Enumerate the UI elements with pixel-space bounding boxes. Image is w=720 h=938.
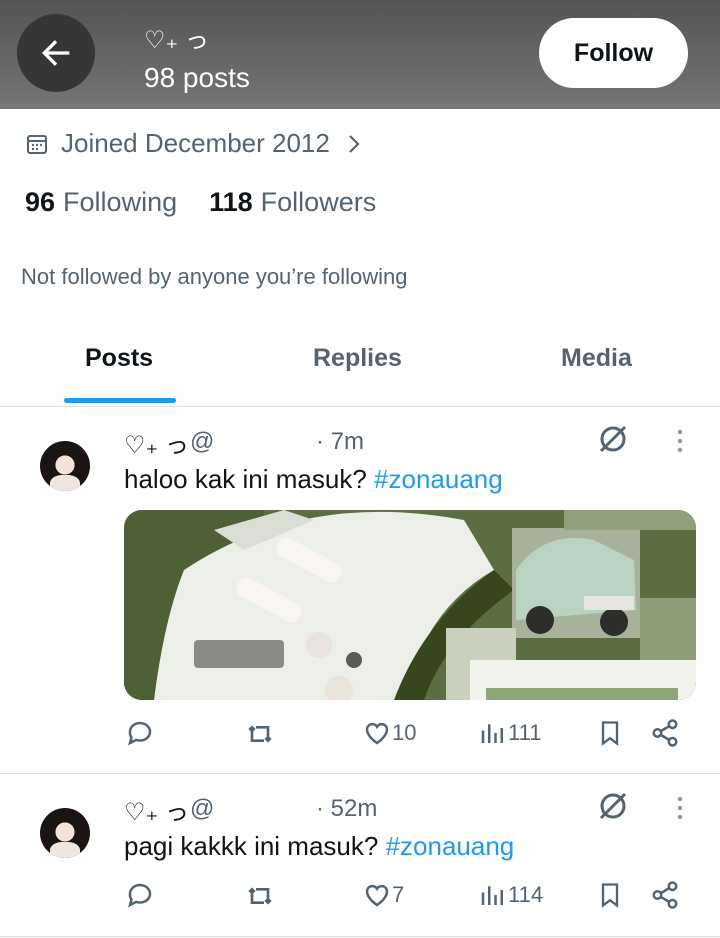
- followers-label: Followers: [260, 187, 377, 217]
- heart-icon: [365, 722, 389, 745]
- tweet-media-image[interactable]: [124, 510, 696, 700]
- like-button[interactable]: 7: [362, 880, 404, 910]
- posts-count: 98 posts: [144, 62, 250, 93]
- like-count: 10: [392, 720, 417, 745]
- chevron-right-icon: [349, 134, 360, 153]
- tweet-author-name[interactable]: ♡₊ っ: [124, 792, 189, 827]
- following-link[interactable]: 96 Following: [25, 187, 177, 218]
- avatar[interactable]: [40, 441, 90, 491]
- more-options-icon[interactable]: [668, 795, 692, 821]
- tweet-text: haloo kak ini masuk? #zonauang: [124, 464, 503, 494]
- like-button[interactable]: 10: [362, 718, 416, 748]
- avatar[interactable]: [40, 808, 90, 858]
- tab-replies[interactable]: Replies: [313, 344, 402, 373]
- follow-stats: 96 Following 118 Followers: [25, 187, 408, 218]
- reply-button[interactable]: [125, 718, 155, 748]
- repost-button[interactable]: [244, 880, 276, 912]
- mutual-followers-note: Not followed by anyone you’re following: [21, 264, 408, 289]
- following-count: 96: [25, 187, 56, 217]
- tweet-author-name[interactable]: ♡₊ っ: [124, 425, 189, 460]
- repost-icon: [248, 887, 272, 905]
- views-count: 111: [508, 720, 542, 745]
- follow-button[interactable]: Follow: [539, 18, 688, 88]
- bookmark-icon: [601, 883, 619, 908]
- followers-link[interactable]: 118 Followers: [209, 187, 376, 218]
- reply-button[interactable]: [125, 880, 155, 910]
- views-chart-icon: [481, 886, 503, 905]
- following-label: Following: [63, 187, 178, 217]
- repost-button[interactable]: [244, 718, 276, 750]
- hashtag-link[interactable]: #zonauang: [374, 464, 503, 494]
- guitar-and-car-collage-image: [124, 510, 696, 700]
- share-button[interactable]: [650, 718, 680, 748]
- calendar-icon: [27, 134, 47, 154]
- more-options-icon[interactable]: [668, 428, 692, 454]
- like-count: 7: [392, 882, 405, 907]
- share-icon: [652, 881, 678, 909]
- views-button[interactable]: 111: [478, 718, 541, 748]
- share-icon: [652, 719, 678, 747]
- tweet-actions: 7 114: [0, 880, 720, 920]
- tweet-timestamp[interactable]: · 52m: [316, 795, 377, 823]
- bookmark-icon: [601, 721, 619, 746]
- active-tab-indicator: [64, 398, 176, 403]
- bookmark-button[interactable]: [596, 880, 624, 910]
- tweet-text: pagi kakkk ini masuk? #zonauang: [124, 831, 515, 861]
- share-button[interactable]: [650, 880, 680, 910]
- reply-icon: [128, 883, 152, 908]
- tweet-actions: 10 111: [0, 718, 720, 758]
- views-chart-icon: [481, 724, 503, 743]
- profile-tabs: Posts Replies Media: [0, 330, 720, 407]
- profile-header-bar: ♡₊ っ 98 posts Follow: [0, 0, 720, 109]
- profile-display-name: ♡₊ っ: [144, 27, 209, 54]
- reply-icon: [128, 721, 152, 746]
- hashtag-link[interactable]: #zonauang: [386, 831, 515, 861]
- grok-icon[interactable]: [596, 789, 630, 823]
- heart-icon: [365, 884, 389, 907]
- bookmark-button[interactable]: [596, 718, 624, 748]
- tweet-timestamp[interactable]: · 7m: [316, 428, 364, 456]
- back-button[interactable]: [17, 14, 95, 92]
- repost-icon: [248, 725, 272, 743]
- grok-icon[interactable]: [596, 422, 630, 456]
- followers-count: 118: [209, 187, 253, 217]
- joined-date[interactable]: Joined December 2012: [25, 128, 362, 159]
- tweet-author-handle[interactable]: @: [190, 795, 214, 823]
- views-button[interactable]: 114: [478, 880, 543, 910]
- joined-label: Joined December 2012: [61, 128, 330, 158]
- tweet-author-handle[interactable]: @: [190, 428, 214, 456]
- tab-media[interactable]: Media: [561, 344, 632, 373]
- views-count: 114: [508, 882, 544, 907]
- tab-posts[interactable]: Posts: [85, 344, 153, 373]
- arrow-left-icon: [42, 40, 70, 66]
